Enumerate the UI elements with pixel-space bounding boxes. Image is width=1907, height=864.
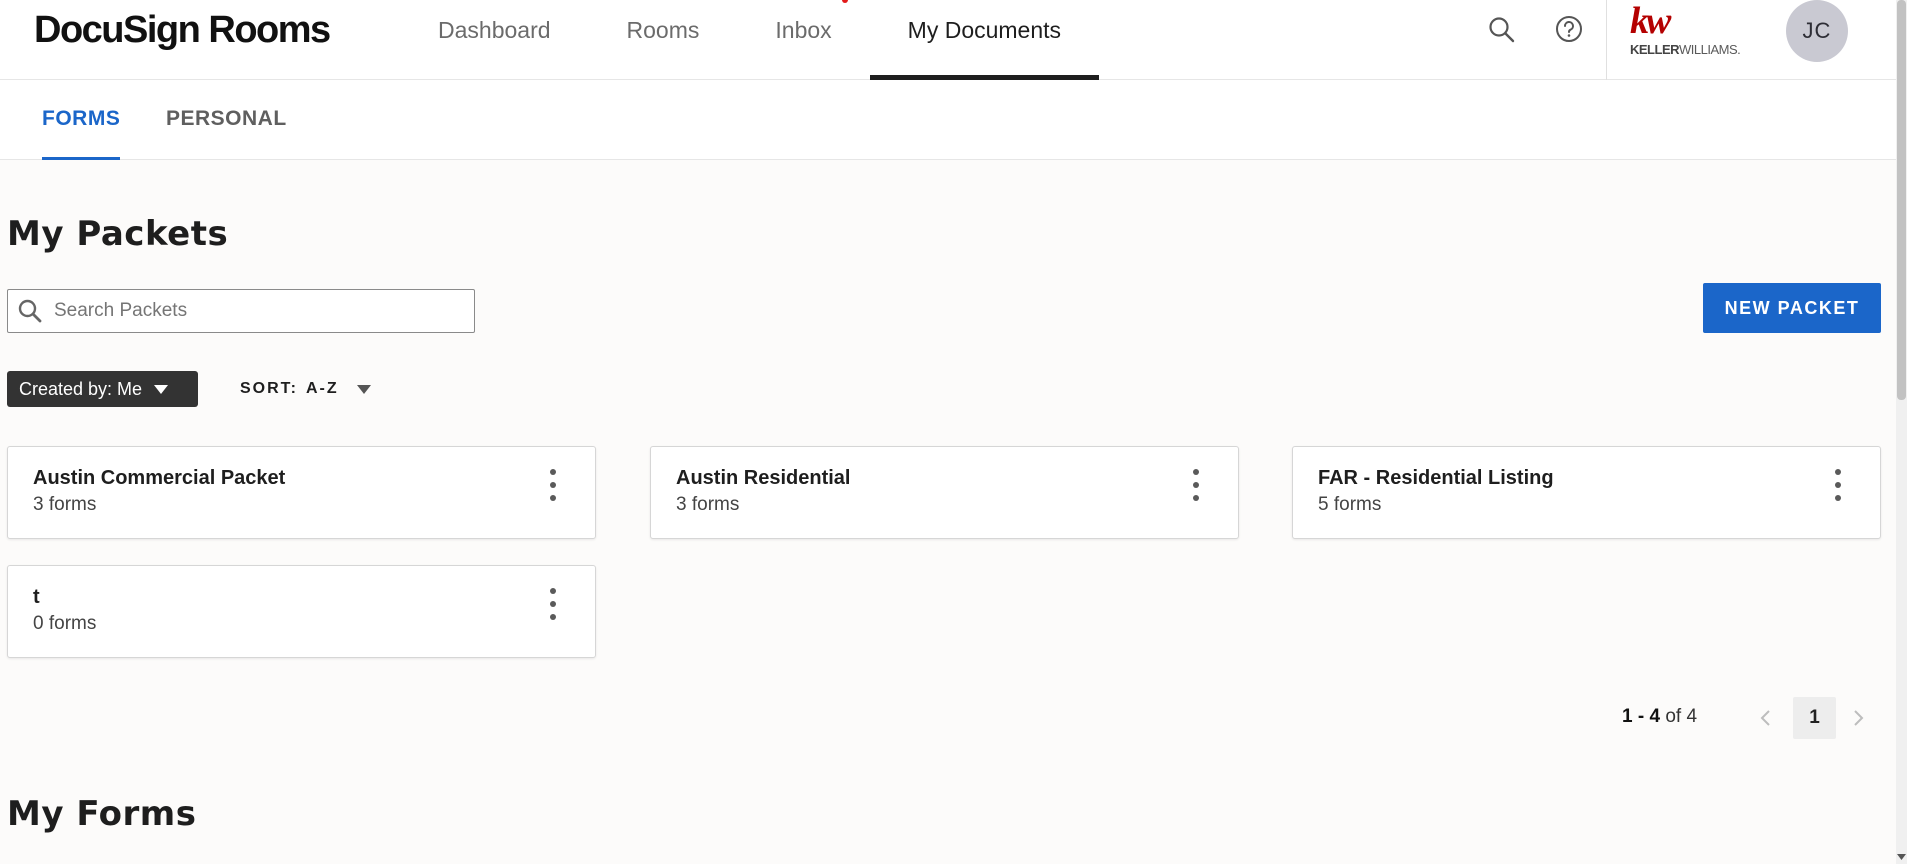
top-header: DocuSign Rooms Dashboard Rooms Inbox My … (0, 0, 1896, 80)
packets-title: My Packets (7, 214, 229, 254)
more-options-icon[interactable] (1830, 469, 1846, 501)
search-icon (8, 289, 52, 333)
kw-mark: kw (1630, 0, 1671, 42)
forms-title: My Forms (7, 794, 197, 834)
caret-down-icon (154, 384, 169, 394)
packet-form-count: 5 forms (1318, 494, 1382, 515)
kw-wordmark: KELLERWILLIAMS. (1630, 42, 1741, 57)
sort-label: SORT: (240, 380, 298, 397)
nav-dashboard[interactable]: Dashboard (400, 0, 589, 80)
notification-dot (841, 0, 848, 3)
page-number-button[interactable]: 1 (1793, 697, 1836, 739)
packet-name: t (33, 586, 40, 608)
sort-value: A-Z (306, 380, 339, 397)
chevron-left-icon[interactable] (1751, 702, 1781, 734)
more-options-icon[interactable] (545, 469, 561, 501)
packet-card[interactable]: FAR - Residential Listing 5 forms (1292, 446, 1881, 539)
packet-form-count: 0 forms (33, 613, 97, 634)
packet-card[interactable]: Austin Commercial Packet 3 forms (7, 446, 596, 539)
packet-name: FAR - Residential Listing (1318, 467, 1554, 489)
tab-personal[interactable]: PERSONAL (166, 80, 287, 160)
avatar[interactable]: JC (1786, 0, 1848, 62)
created-by-filter[interactable]: Created by: Me (7, 371, 198, 407)
nav-inbox-label: Inbox (775, 17, 832, 43)
pagination-info: 1 - 4 of 4 (1622, 706, 1698, 727)
packet-name: Austin Residential (676, 467, 851, 489)
packet-card[interactable]: t 0 forms (7, 565, 596, 658)
new-packet-button[interactable]: NEW PACKET (1703, 283, 1881, 333)
more-options-icon[interactable] (545, 588, 561, 620)
search-icon[interactable] (1482, 10, 1520, 48)
search-packets-field[interactable] (7, 289, 475, 333)
nav-my-documents[interactable]: My Documents (869, 0, 1100, 80)
packet-form-count: 3 forms (33, 494, 97, 515)
tab-forms[interactable]: FORMS (42, 80, 121, 160)
scroll-down-arrow-icon[interactable] (1897, 852, 1906, 862)
main-nav: Dashboard Rooms Inbox My Documents (400, 0, 1100, 80)
header-divider (1606, 0, 1607, 80)
search-packets-input[interactable] (52, 291, 462, 331)
caret-down-icon (356, 384, 371, 394)
app-logo[interactable]: DocuSign Rooms (34, 6, 331, 54)
sort-dropdown[interactable]: SORT: A-Z (240, 371, 371, 407)
chevron-right-icon[interactable] (1843, 702, 1873, 734)
packet-form-count: 3 forms (676, 494, 740, 515)
more-options-icon[interactable] (1188, 469, 1204, 501)
nav-rooms[interactable]: Rooms (589, 0, 738, 80)
filter-label: Created by: Me (19, 378, 143, 399)
scrollbar-thumb[interactable] (1897, 0, 1906, 400)
packet-card[interactable]: Austin Residential 3 forms (650, 446, 1239, 539)
packet-name: Austin Commercial Packet (33, 467, 286, 489)
nav-inbox[interactable]: Inbox (737, 0, 869, 80)
help-icon[interactable] (1550, 10, 1588, 48)
keller-williams-logo: kw KELLERWILLIAMS. (1630, 2, 1746, 62)
subtabs: FORMS PERSONAL (0, 80, 1896, 160)
